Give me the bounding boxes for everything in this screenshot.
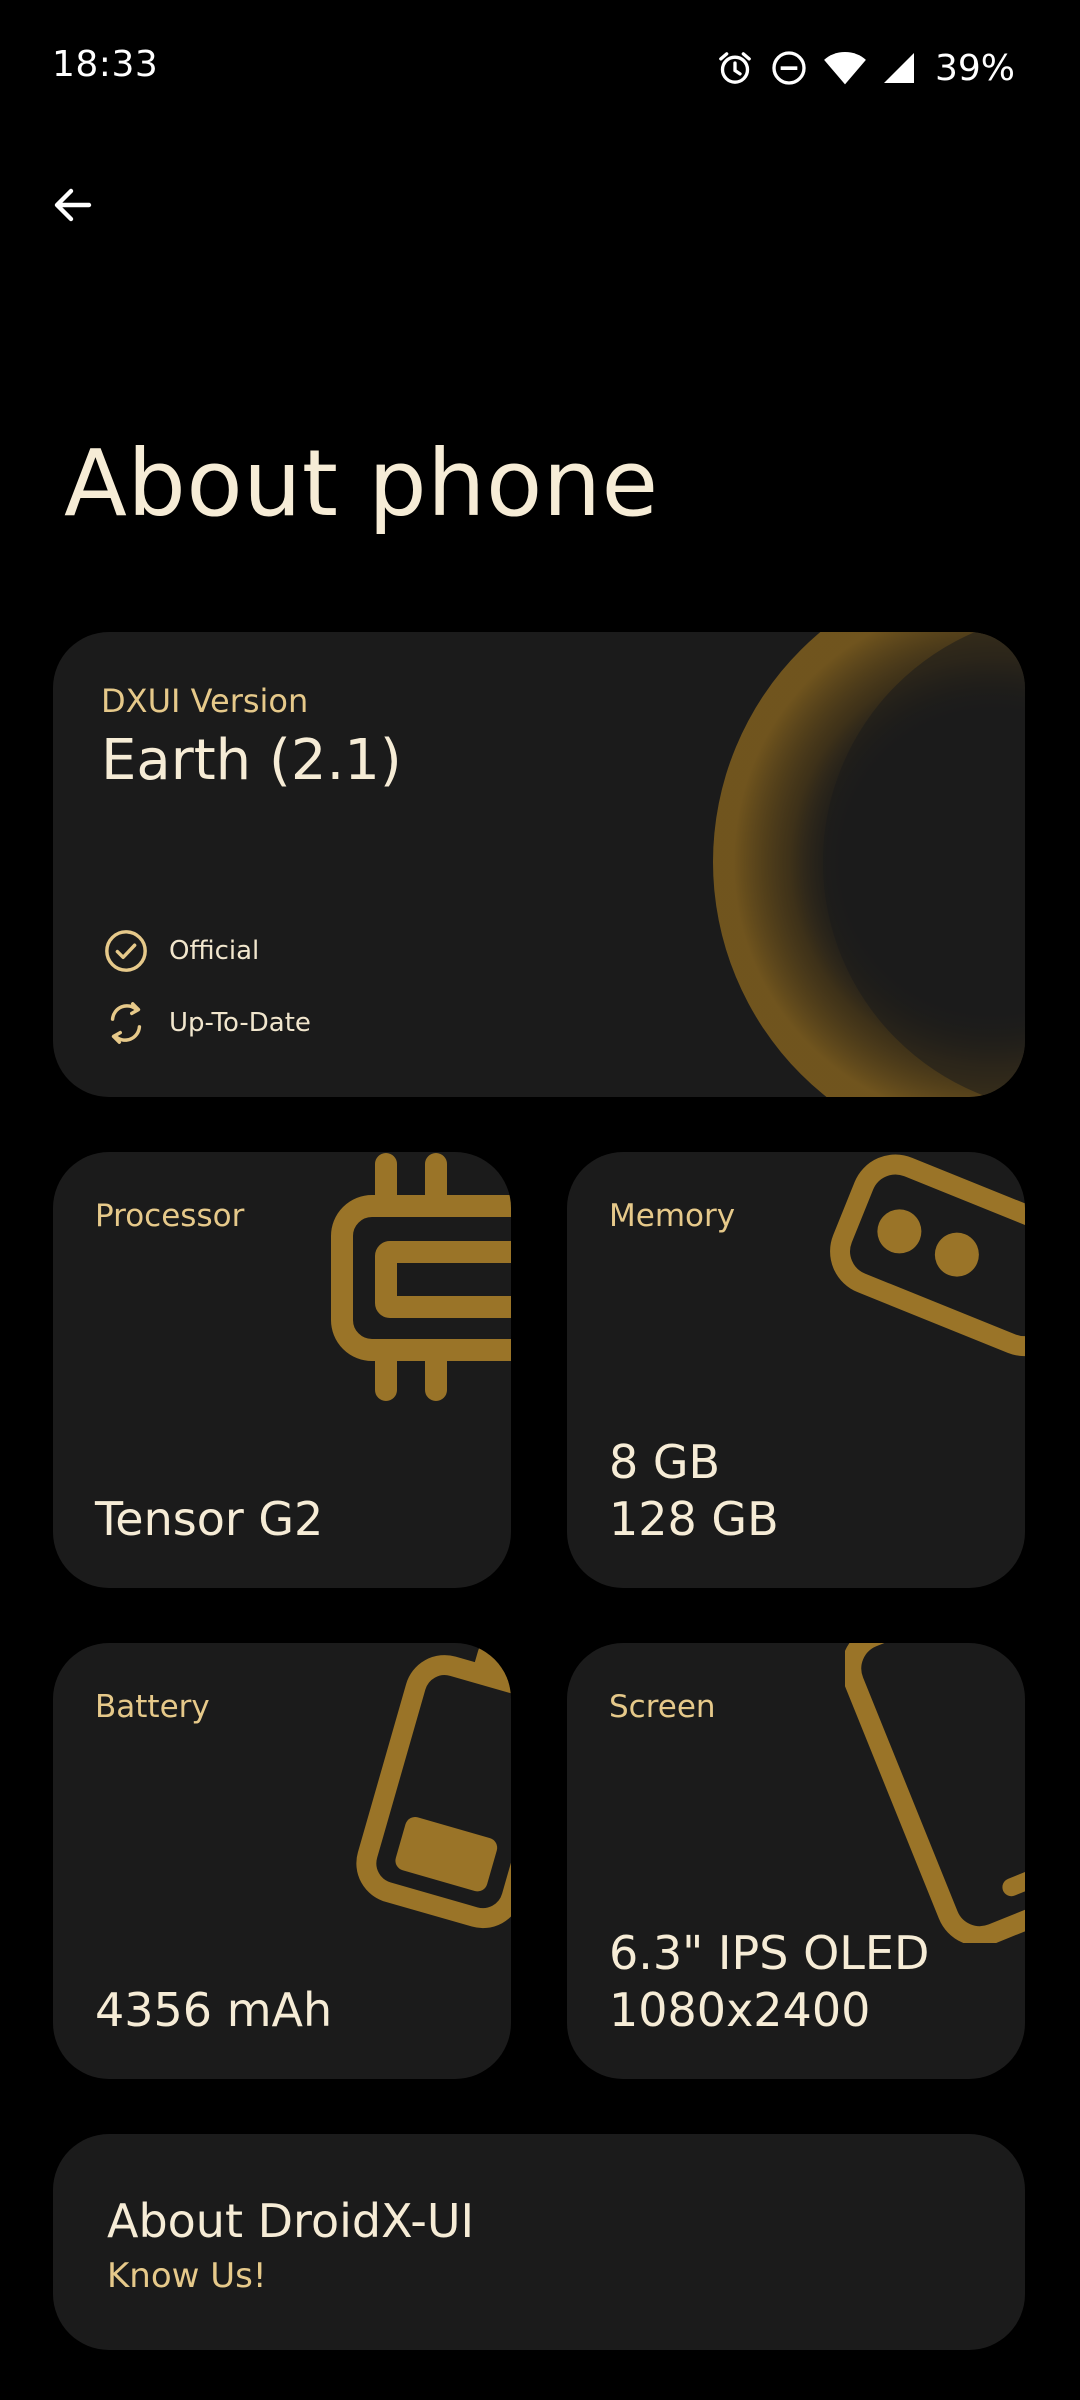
processor-value-line: Tensor G2 (95, 1492, 324, 1546)
battery-label: Battery (95, 1689, 210, 1725)
status-up-to-date: Up-To-Date (103, 998, 311, 1048)
page-title: About phone (64, 430, 659, 537)
wifi-icon (824, 52, 866, 85)
version-value: Earth (2.1) (101, 728, 402, 793)
memory-value: 8 GB 128 GB (609, 1434, 779, 1548)
check-circle-icon (105, 930, 147, 972)
memory-ram-value: 8 GB (609, 1435, 721, 1489)
status-official-text: Official (169, 936, 260, 966)
sync-icon (110, 1002, 142, 1044)
signal-icon (883, 53, 914, 83)
about-subtitle: Know Us! (107, 2256, 267, 2296)
version-card-glow (713, 632, 1025, 1097)
memory-storage-value: 128 GB (609, 1492, 779, 1546)
arrow-back-icon (54, 188, 92, 222)
processor-value: Tensor G2 (95, 1491, 323, 1548)
processor-label: Processor (95, 1198, 245, 1234)
do-not-disturb-icon (772, 51, 806, 85)
screen-value: 6.3" IPS OLED 1080x2400 (609, 1925, 929, 2039)
memory-card[interactable]: Memory 8 GB 128 GB (567, 1152, 1025, 1588)
status-time: 18:33 (52, 44, 159, 85)
alarm-icon (719, 52, 751, 84)
phone-screen-icon (845, 1643, 1025, 1943)
memory-icon (830, 1154, 1025, 1357)
battery-capacity-value: 4356 mAh (95, 1983, 333, 2037)
status-bar: 18:33 39% (0, 0, 1080, 130)
dxui-version-card[interactable]: DXUI Version Earth (2.1) Official Up-To-… (53, 632, 1025, 1097)
memory-label: Memory (609, 1198, 736, 1234)
back-button[interactable] (40, 172, 106, 238)
screen-card[interactable]: Screen 6.3" IPS OLED 1080x2400 (567, 1643, 1025, 2079)
status-official: Official (103, 928, 259, 974)
status-icons: 39% (715, 44, 1015, 92)
processor-card[interactable]: Processor Tensor G2 (53, 1152, 511, 1588)
about-droidx-ui-card[interactable]: About DroidX-UI Know Us! (53, 2134, 1025, 2350)
battery-card[interactable]: Battery 4356 mAh (53, 1643, 511, 2079)
screen-type-value: 6.3" IPS OLED (609, 1926, 930, 1980)
screen-label: Screen (609, 1689, 716, 1725)
status-up-to-date-text: Up-To-Date (169, 1008, 311, 1038)
chip-icon (331, 1153, 511, 1401)
battery-icon (356, 1644, 511, 1929)
version-label: DXUI Version (101, 682, 309, 720)
battery-percentage: 39% (934, 47, 1015, 89)
screen-resolution-value: 1080x2400 (609, 1983, 871, 2037)
about-title: About DroidX-UI (107, 2194, 475, 2248)
battery-value: 4356 mAh (95, 1982, 332, 2039)
